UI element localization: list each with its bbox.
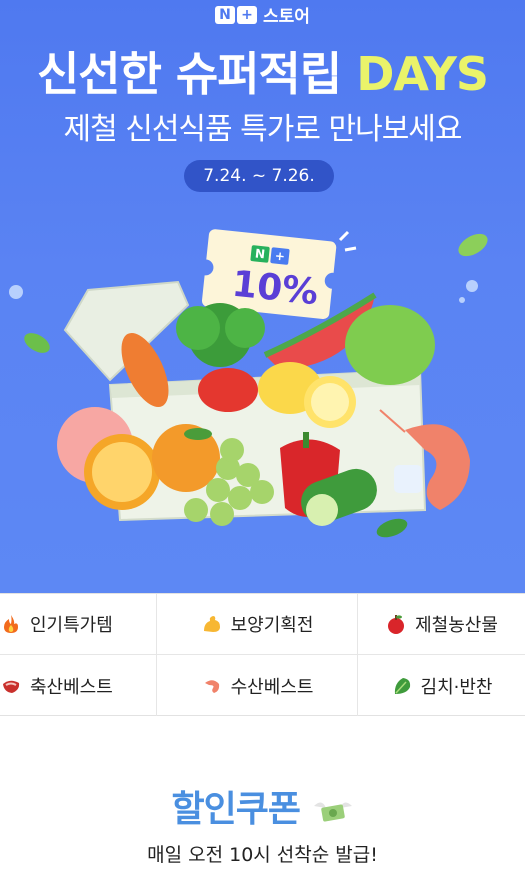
leaf-icon xyxy=(24,333,50,353)
bubble-icon xyxy=(459,297,465,303)
bubble-icon xyxy=(466,280,478,292)
leafy-green-icon xyxy=(394,677,410,694)
hero-subtitle: 제철 신선식품 특가로 만나보세요 xyxy=(63,112,462,147)
hero-title: 신선한 슈퍼적립 DAYS xyxy=(0,38,525,104)
date-range-badge: 7.24. ~ 7.26. xyxy=(184,160,334,192)
category-seafood-best[interactable]: 수산베스트 xyxy=(157,655,358,716)
leaf-icon xyxy=(376,518,408,538)
logo-n: N xyxy=(215,5,236,24)
hero-title-accent: DAYS xyxy=(356,47,489,101)
hero-title-main: 신선한 슈퍼적립 xyxy=(36,47,357,101)
muscle-icon xyxy=(203,616,220,632)
category-seasonal-produce[interactable]: 제철농산물 xyxy=(358,594,525,655)
logo-plus: + xyxy=(237,5,258,24)
category-meat-best[interactable]: 축산베스트 xyxy=(0,655,157,716)
coupon-section-title: 할인쿠폰 xyxy=(0,780,525,832)
money-wings-icon xyxy=(313,802,352,822)
category-kimchi-sides[interactable]: 김치·반찬 xyxy=(358,655,525,716)
category-health-special[interactable]: 보양기획전 xyxy=(157,594,358,655)
hero-banner[interactable]: N + 스토어 신선한 슈퍼적립 DAYS 제철 신선식품 특가로 만나보세요 … xyxy=(0,0,525,593)
shrimp-icon xyxy=(204,679,219,693)
bubble-icon xyxy=(9,285,23,299)
naver-plus-logo: N + xyxy=(215,5,258,24)
apple-icon xyxy=(388,615,405,634)
brand-header: N + 스토어 xyxy=(0,2,525,27)
coupon-subtitle: 매일 오전 10시 선착순 발급! xyxy=(147,844,378,866)
fire-icon xyxy=(4,615,18,633)
leaf-icon xyxy=(458,233,488,257)
category-popular-deals[interactable]: 인기특가템 xyxy=(0,594,157,655)
meat-icon xyxy=(3,680,20,693)
category-grid: 인기특가템 보양기획전 제철농산물 축산베스트 수산베스트 김치·반찬 xyxy=(0,593,525,716)
brand-name: 스토어 xyxy=(263,7,310,27)
